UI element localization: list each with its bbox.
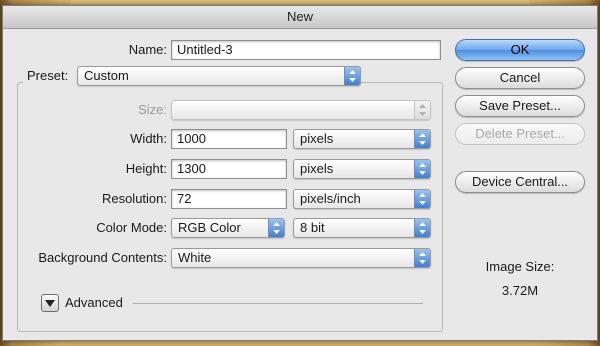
popup-arrows-icon (268, 219, 284, 237)
height-field[interactable]: 1300 (171, 159, 287, 179)
delete-preset-button[interactable]: Delete Preset... (455, 123, 585, 145)
height-label: Height: (125, 161, 167, 176)
width-unit-popup[interactable]: pixels (293, 129, 431, 149)
width-field[interactable]: 1000 (171, 129, 287, 149)
popup-arrows-icon (414, 190, 430, 208)
advanced-divider (133, 303, 423, 304)
popup-arrows-icon (414, 101, 430, 119)
new-document-dialog: New Name: Untitled-3 Preset: Custom Size… (2, 5, 598, 341)
advanced-disclosure-button[interactable] (41, 294, 59, 312)
bit-depth-popup[interactable]: 8 bit (293, 218, 431, 238)
popup-arrows-icon (414, 160, 430, 178)
background-contents-label: Background Contents: (38, 250, 167, 265)
name-field[interactable]: Untitled-3 (171, 40, 441, 60)
cancel-button[interactable]: Cancel (455, 67, 585, 89)
preset-popup[interactable]: Custom (77, 66, 361, 86)
ok-button[interactable]: OK (455, 39, 585, 61)
background-contents-value: White (178, 250, 212, 265)
popup-arrows-icon (414, 130, 430, 148)
resolution-label: Resolution: (101, 191, 167, 206)
preset-label: Preset: (23, 66, 77, 86)
color-mode-label: Color Mode: (96, 220, 167, 235)
preset-value: Custom (84, 68, 129, 83)
image-size-label: Image Size: (485, 259, 555, 274)
size-popup[interactable] (171, 100, 431, 120)
width-label: Width: (130, 131, 167, 146)
triangle-down-icon (45, 300, 55, 307)
height-unit-popup[interactable]: pixels (293, 159, 431, 179)
size-label: Size: (138, 102, 167, 117)
name-label: Name: (128, 42, 167, 57)
bit-depth-value: 8 bit (300, 220, 325, 235)
color-mode-value: RGB Color (178, 220, 241, 235)
color-mode-popup[interactable]: RGB Color (171, 218, 285, 238)
resolution-unit-value: pixels/inch (300, 191, 361, 206)
popup-arrows-icon (414, 249, 430, 267)
popup-arrows-icon (344, 67, 360, 85)
dialog-title: New (3, 6, 597, 29)
popup-arrows-icon (414, 219, 430, 237)
image-size-value: 3.72M (501, 283, 539, 298)
resolution-field[interactable]: 72 (171, 189, 287, 209)
advanced-label: Advanced (65, 295, 123, 310)
height-unit-value: pixels (300, 161, 334, 176)
width-unit-value: pixels (300, 131, 334, 146)
resolution-unit-popup[interactable]: pixels/inch (293, 189, 431, 209)
background-contents-popup[interactable]: White (171, 248, 431, 268)
device-central-button[interactable]: Device Central... (455, 171, 585, 193)
save-preset-button[interactable]: Save Preset... (455, 95, 585, 117)
